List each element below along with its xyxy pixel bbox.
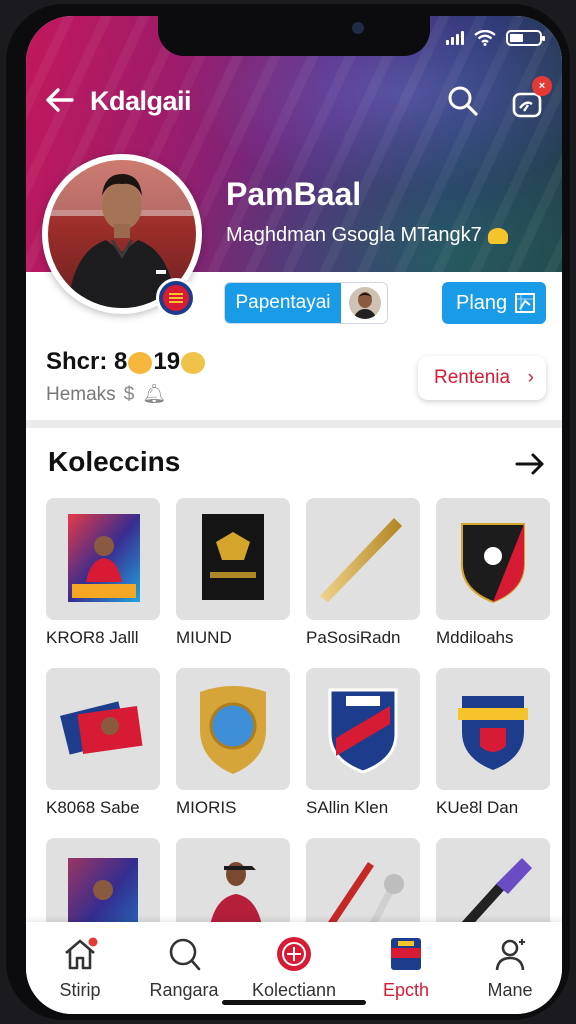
- home-indicator: [222, 1000, 366, 1005]
- crown-emoji-icon: [487, 227, 508, 244]
- score-text: Shcr: 8 19: [46, 348, 206, 376]
- gold-shield-icon: [200, 686, 266, 774]
- status-bar: [446, 30, 545, 46]
- search-icon: [169, 938, 201, 971]
- follow-button-label: Papentayai: [225, 283, 341, 323]
- play-button-label: Plang: [456, 292, 508, 314]
- battery-icon: [506, 30, 545, 46]
- collection-item[interactable]: [46, 668, 160, 790]
- dollar-icon: $: [123, 384, 135, 405]
- collection-label: KROR8 Jalll: [46, 628, 139, 647]
- collection-label: MIUND: [176, 628, 232, 647]
- collection-item[interactable]: [306, 668, 420, 790]
- score-suffix: 19: [153, 348, 181, 375]
- team-emblem-icon: [156, 278, 196, 318]
- dark-card-icon: [202, 514, 264, 600]
- rent-button[interactable]: Rentenia ›: [418, 356, 546, 400]
- profile-subtitle: Maghdman Gsogla MTangk7: [226, 224, 508, 247]
- profile-subtitle-text: Maghdman Gsogla MTangk7: [226, 224, 482, 246]
- friend-avatar: [349, 287, 381, 319]
- gold-bat-icon: [320, 518, 402, 602]
- collection-item[interactable]: [176, 668, 290, 790]
- notification-button[interactable]: ×: [508, 76, 552, 122]
- collection-label: Mddiloahs: [436, 628, 514, 647]
- collection-item[interactable]: [436, 498, 550, 620]
- profile-name: PamBaal: [226, 176, 362, 212]
- collection-item[interactable]: [176, 498, 290, 620]
- nav-home[interactable]: Stirip: [30, 922, 130, 1014]
- back-arrow-icon[interactable]: [42, 82, 78, 118]
- grid-chart-icon: [515, 293, 535, 313]
- collection-label: MIORIS: [176, 798, 237, 817]
- nav-label: Rangara: [149, 980, 219, 1000]
- bell-icon: 🔔︎: [142, 384, 167, 405]
- meta-label: Hemaks: [46, 384, 116, 405]
- nav-label: Epcth: [382, 980, 430, 1000]
- top-bar: Kdalgaii ×: [42, 76, 552, 122]
- app-title: Kdalgaii: [90, 86, 192, 116]
- nav-label: Stirip: [59, 980, 101, 1000]
- divider: [26, 420, 562, 428]
- score-prefix: Shcr: 8: [46, 348, 128, 375]
- club-shield-icon: [461, 523, 525, 604]
- collection-label: KUe8l Dan: [436, 798, 519, 817]
- home-icon: [65, 937, 98, 970]
- play-button[interactable]: Plang: [442, 282, 546, 324]
- nav-label: Kolectiann: [251, 980, 337, 1000]
- crown-face-icon: [128, 351, 153, 374]
- blue-badge-icon: [328, 688, 398, 774]
- meta-row: Hemaks $ 🔔︎: [46, 382, 166, 406]
- signal-icon: [446, 31, 464, 45]
- collection-label: SAllin Klen: [306, 798, 389, 817]
- nav-search[interactable]: Rangara: [134, 922, 234, 1014]
- screen: Kdalgaii × PamBaal Maghdman Gsogla MTang…: [26, 16, 562, 1014]
- crest-badge-icon: [458, 696, 528, 770]
- collection-item[interactable]: [306, 498, 420, 620]
- phone-frame: Kdalgaii × PamBaal Maghdman Gsogla MTang…: [6, 4, 570, 1020]
- card-stack-icon: [60, 701, 143, 755]
- nav-label: Mane: [487, 980, 533, 1000]
- rent-button-label: Rentenia: [434, 367, 511, 388]
- collections-title: Koleccins: [48, 446, 181, 477]
- profile-icon: [495, 939, 525, 971]
- collection-label: PaSosiRadn: [306, 628, 401, 647]
- chevron-right-icon: ›: [527, 367, 534, 388]
- collection-icon: [277, 937, 311, 971]
- badge-icon: [391, 938, 421, 970]
- nav-profile[interactable]: Mane: [460, 922, 560, 1014]
- collection-label: K8068 Sabe: [46, 798, 140, 817]
- notification-badge: ×: [532, 76, 552, 96]
- nav-epoch[interactable]: Epcth: [356, 922, 456, 1014]
- wifi-icon: [474, 30, 496, 46]
- follow-button[interactable]: Papentayai: [224, 282, 388, 324]
- camera-notch: [158, 16, 430, 56]
- search-icon[interactable]: [446, 84, 480, 118]
- smile-face-icon: [181, 351, 206, 374]
- collection-item[interactable]: [436, 668, 550, 790]
- arrow-right-icon[interactable]: [514, 448, 546, 480]
- collection-item[interactable]: [46, 498, 160, 620]
- trading-card-icon: [68, 514, 140, 602]
